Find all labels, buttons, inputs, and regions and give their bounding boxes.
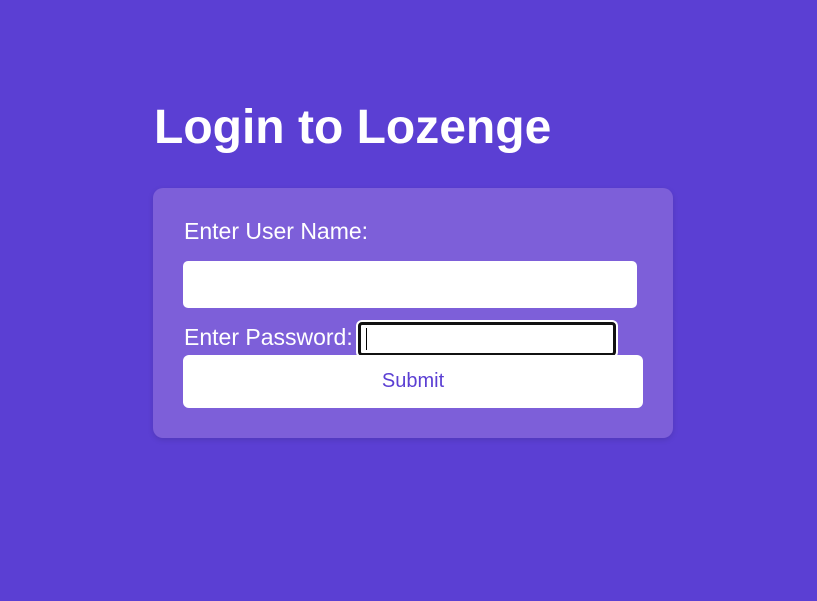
- text-cursor: [366, 328, 367, 350]
- submit-button[interactable]: Submit: [183, 355, 643, 408]
- username-label: Enter User Name:: [184, 218, 369, 244]
- page-title: Login to Lozenge: [154, 101, 552, 154]
- password-label: Enter Password:: [184, 324, 353, 350]
- password-input[interactable]: [358, 322, 616, 356]
- username-input[interactable]: [183, 261, 637, 308]
- login-card: Enter User Name: Enter Password: Submit: [153, 188, 673, 438]
